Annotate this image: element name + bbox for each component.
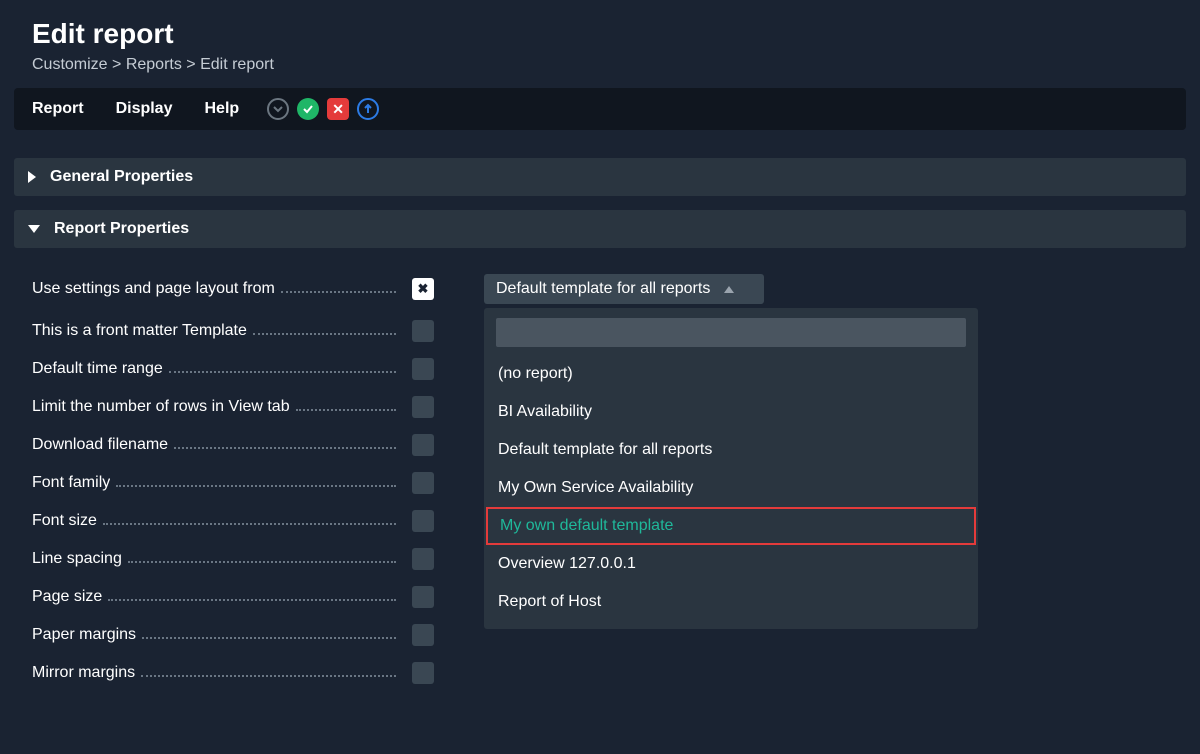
checkbox-font-family[interactable]	[412, 472, 434, 494]
label-time-range: Default time range	[32, 360, 163, 378]
checkbox-download-filename[interactable]	[412, 434, 434, 456]
breadcrumb-customize[interactable]: Customize	[32, 56, 108, 73]
checkbox-front-matter[interactable]	[412, 320, 434, 342]
dropdown-option[interactable]: My Own Service Availability	[484, 469, 978, 507]
check-icon[interactable]	[297, 98, 319, 120]
label-front-matter: This is a front matter Template	[32, 322, 247, 340]
property-use-settings: Use settings and page layout from ✖ Defa…	[32, 266, 1186, 312]
label-font-size: Font size	[32, 512, 97, 530]
checkbox-mirror-margins[interactable]	[412, 662, 434, 684]
dropdown-option[interactable]: Overview 127.0.0.1	[484, 545, 978, 583]
template-dropdown[interactable]: Default template for all reports	[484, 274, 764, 304]
expand-icon	[28, 171, 36, 183]
breadcrumb-current: Edit report	[200, 56, 274, 73]
dropdown-panel: (no report) BI Availability Default temp…	[484, 308, 978, 629]
checkbox-limit-rows[interactable]	[412, 396, 434, 418]
checkbox-paper-margins[interactable]	[412, 624, 434, 646]
section-report-properties[interactable]: Report Properties	[14, 210, 1186, 248]
clear-button[interactable]: ✖	[412, 278, 434, 300]
section-title-report: Report Properties	[54, 220, 189, 238]
label-line-spacing: Line spacing	[32, 550, 122, 568]
chevron-down-icon[interactable]	[267, 98, 289, 120]
breadcrumb-reports[interactable]: Reports	[126, 56, 182, 73]
menu-report[interactable]: Report	[32, 100, 84, 118]
label-limit-rows: Limit the number of rows in View tab	[32, 398, 290, 416]
page-title: Edit report	[14, 18, 1186, 50]
dropdown-search-input[interactable]	[496, 318, 966, 347]
property-list: Use settings and page layout from ✖ Defa…	[14, 262, 1186, 692]
dropdown-option[interactable]: Default template for all reports	[484, 431, 978, 469]
caret-up-icon	[724, 286, 734, 293]
label-use-settings: Use settings and page layout from	[32, 280, 275, 298]
section-title-general: General Properties	[50, 168, 193, 186]
menu-help[interactable]: Help	[204, 100, 239, 118]
label-font-family: Font family	[32, 474, 110, 492]
section-general-properties[interactable]: General Properties	[14, 158, 1186, 196]
checkbox-page-size[interactable]	[412, 586, 434, 608]
checkbox-line-spacing[interactable]	[412, 548, 434, 570]
dropdown-option[interactable]: (no report)	[484, 355, 978, 393]
up-arrow-icon[interactable]	[357, 98, 379, 120]
dropdown-option[interactable]: BI Availability	[484, 393, 978, 431]
dropdown-option[interactable]: Report of Host	[484, 583, 978, 621]
label-paper-margins: Paper margins	[32, 626, 136, 644]
collapse-icon	[28, 225, 40, 233]
checkbox-font-size[interactable]	[412, 510, 434, 532]
dropdown-option-highlighted[interactable]: My own default template	[486, 507, 976, 545]
breadcrumb: Customize > Reports > Edit report	[14, 56, 1186, 74]
checkbox-time-range[interactable]	[412, 358, 434, 380]
label-download-filename: Download filename	[32, 436, 168, 454]
menu-display[interactable]: Display	[116, 100, 173, 118]
label-page-size: Page size	[32, 588, 102, 606]
property-mirror-margins: Mirror margins	[32, 654, 1186, 692]
dropdown-selected-label: Default template for all reports	[496, 280, 710, 298]
close-icon[interactable]: ✕	[327, 98, 349, 120]
label-mirror-margins: Mirror margins	[32, 664, 135, 682]
toolbar: Report Display Help ✕	[14, 88, 1186, 130]
